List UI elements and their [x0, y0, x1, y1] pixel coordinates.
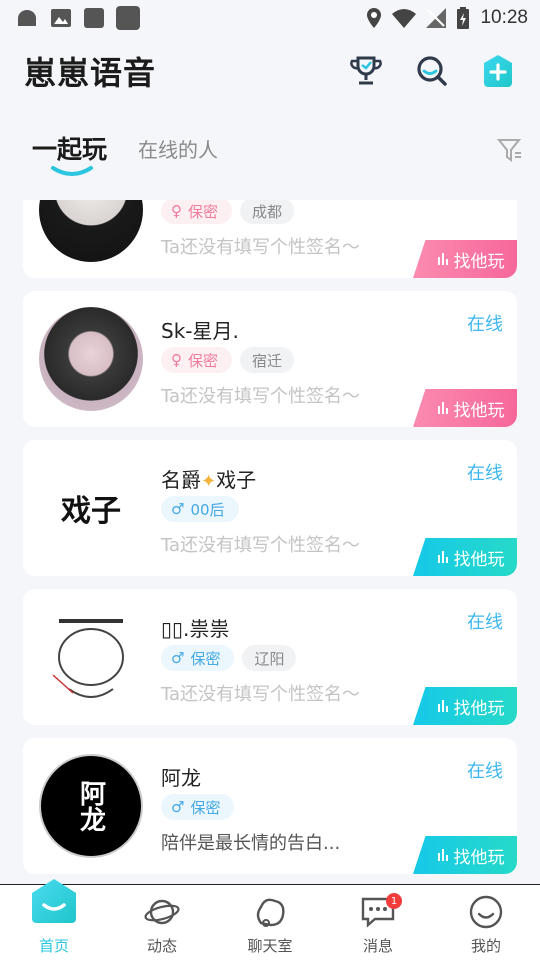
sound-bars-icon	[437, 700, 448, 712]
user-card[interactable]: ▯▯.祟祟 在线 ♂ 保密 辽阳 Ta还没有填写个性签名～ 找他玩	[23, 589, 517, 725]
user-name: 名爵✦戏子	[161, 468, 257, 492]
search-icon	[417, 56, 447, 86]
tab-play-together[interactable]: 一起玩	[32, 130, 107, 166]
diamond-icon: ✦	[201, 471, 217, 492]
avatar[interactable]	[39, 605, 143, 709]
avatar[interactable]	[39, 307, 143, 411]
add-icon	[484, 55, 512, 87]
user-name: 阿龙	[161, 766, 201, 790]
online-status: 在线	[467, 314, 503, 335]
user-name: ▯▯.祟祟	[161, 617, 230, 641]
planet-icon	[144, 899, 180, 925]
city-tag: 成都	[240, 200, 295, 224]
signature: Ta还没有填写个性签名～	[161, 535, 361, 556]
nav-label: 动态	[146, 937, 177, 955]
nav-messages[interactable]: 1 消息	[324, 885, 432, 960]
tab-online-people[interactable]: 在线的人	[138, 134, 218, 163]
user-card[interactable]: 阿龙 阿龙 在线 ♂ 保密 陪伴是最长情的告白... 找他玩	[23, 738, 517, 874]
android-icon	[18, 10, 36, 26]
trophy-icon	[350, 56, 382, 85]
unread-badge: 1	[386, 893, 402, 909]
find-him-play-button[interactable]: 找他玩	[413, 687, 517, 725]
tab-bar: 一起玩 在线的人	[0, 122, 540, 186]
male-icon: ♂	[171, 798, 185, 816]
active-tab-indicator	[51, 166, 93, 176]
nav-profile[interactable]: 我的	[432, 885, 540, 960]
avatar[interactable]: 戏子	[39, 456, 143, 560]
sound-bars-icon	[437, 402, 448, 414]
sound-bars-icon	[437, 551, 448, 563]
find-him-play-button[interactable]: 找他玩	[413, 538, 517, 576]
chatroom-icon	[256, 898, 285, 927]
create-room-button[interactable]	[480, 53, 516, 89]
location-icon	[367, 8, 382, 28]
nav-home[interactable]: 首页	[0, 879, 108, 960]
no-signal-icon	[426, 8, 447, 28]
online-status: 在线	[467, 463, 503, 484]
nav-label: 我的	[470, 937, 501, 955]
signature: Ta还没有填写个性签名～	[161, 386, 361, 407]
gender-tag: ♂ 保密	[161, 794, 235, 820]
gender-tag: ♂ 保密	[161, 645, 235, 671]
user-list[interactable]: ♀ 保密 成都 Ta还没有填写个性签名～ 找他玩 Sk-星月. 在线 ♀ 保密 …	[23, 200, 517, 880]
trophy-button[interactable]	[348, 53, 384, 89]
nav-label: 消息	[362, 937, 393, 955]
filter-icon[interactable]	[496, 136, 524, 164]
female-icon: ♀	[171, 351, 182, 369]
status-bar: 10:28	[0, 0, 540, 36]
online-status: 在线	[467, 761, 503, 782]
avatar[interactable]: 阿龙	[39, 754, 143, 858]
signature: Ta还没有填写个性签名～	[161, 684, 361, 705]
battery-icon	[457, 7, 470, 29]
avatar[interactable]	[39, 200, 143, 262]
image-notification-icon	[51, 9, 71, 27]
sound-bars-icon	[437, 849, 448, 861]
user-card[interactable]: Sk-星月. 在线 ♀ 保密 宿迁 Ta还没有填写个性签名～ 找他玩	[23, 291, 517, 427]
signature: 陪伴是最长情的告白...	[161, 833, 341, 854]
user-name: Sk-星月.	[161, 319, 239, 343]
smile-icon	[469, 895, 503, 929]
find-him-play-button[interactable]: 找他玩	[413, 836, 517, 874]
user-card[interactable]: 戏子 名爵✦戏子 在线 ♂ 00后 Ta还没有填写个性签名～ 找他玩	[23, 440, 517, 576]
nav-chatroom[interactable]: 聊天室	[216, 885, 324, 960]
city-tag: 宿迁	[240, 347, 295, 373]
home-icon	[32, 879, 76, 923]
nav-label: 首页	[38, 937, 69, 955]
male-icon: ♂	[171, 649, 185, 667]
notification-icon	[84, 8, 104, 28]
user-card[interactable]: ♀ 保密 成都 Ta还没有填写个性签名～ 找他玩	[23, 200, 517, 278]
notification-icon	[116, 6, 140, 30]
wifi-icon	[392, 9, 417, 28]
find-him-play-button[interactable]: 找他玩	[413, 240, 517, 278]
gender-tag: ♀ 保密	[161, 200, 233, 224]
bottom-navigation: 首页 动态 聊天室 1 消息 我的	[0, 879, 540, 960]
nav-moments[interactable]: 动态	[108, 885, 216, 960]
online-status: 在线	[467, 612, 503, 633]
signature: Ta还没有填写个性签名～	[161, 237, 361, 258]
city-tag: 辽阳	[242, 645, 297, 671]
female-icon: ♀	[171, 202, 182, 220]
avatar-calligraphy: 阿龙	[75, 780, 106, 832]
nav-label: 聊天室	[247, 937, 293, 955]
status-time: 10:28	[480, 7, 528, 28]
search-button[interactable]	[414, 53, 450, 89]
avatar-illustration	[52, 619, 124, 698]
find-him-play-button[interactable]: 找他玩	[413, 389, 517, 427]
male-icon: ♂	[171, 500, 185, 518]
app-title: 崽崽语音	[24, 54, 157, 92]
gender-tag: ♀ 保密	[161, 347, 233, 373]
avatar-calligraphy: 戏子	[61, 494, 121, 529]
gender-tag: ♂ 00后	[161, 496, 239, 522]
app-header: 崽崽语音	[0, 40, 540, 102]
sound-bars-icon	[437, 253, 448, 265]
